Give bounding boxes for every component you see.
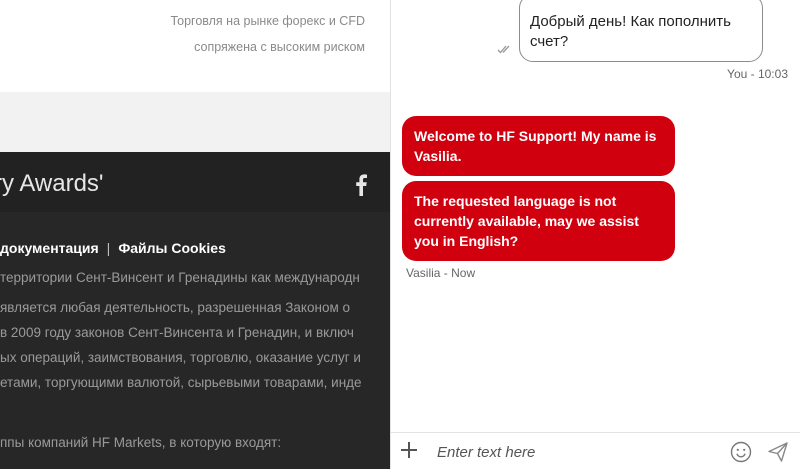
facebook-icon[interactable] — [354, 174, 368, 196]
legal-text-line: ппы компаний HF Markets, в которую входя… — [0, 435, 282, 450]
site-footer: ry Awards' документация | Файлы Cookies те… — [0, 152, 390, 469]
risk-warning-line-1: Торговля на рынке форекс и CFD — [170, 14, 365, 28]
background-website: Торговля на рынке форекс и CFD сопряжена… — [0, 0, 390, 469]
risk-warning-line-2: сопряжена с высоким риском — [194, 40, 365, 54]
double-check-icon — [497, 45, 510, 54]
legal-text-line: территории Сент-Винсент и Гренадины как … — [0, 270, 360, 285]
footer-link-separator: | — [106, 240, 111, 256]
footer-heading-bar: ry Awards' — [0, 152, 390, 212]
legal-text-line: является любая деятельность, разрешенная… — [0, 300, 351, 315]
footer-link-documentation[interactable]: документация — [0, 240, 99, 256]
footer-link-cookies[interactable]: Файлы Cookies — [118, 240, 226, 256]
footer-links: документация | Файлы Cookies — [0, 240, 226, 256]
smile-icon[interactable] — [730, 441, 752, 463]
legal-text-line: в 2009 году законов Сент-Винсента и Грен… — [0, 325, 354, 340]
send-icon[interactable] — [767, 441, 789, 463]
chat-panel: Добрый день! Как пополнить счет? You - 1… — [390, 0, 800, 469]
legal-text-line: етами, торгующими валютой, сырьевыми тов… — [0, 375, 362, 390]
site-divider-band — [0, 92, 390, 152]
plus-icon[interactable] — [400, 441, 418, 459]
site-header-area: Торговля на рынке форекс и CFD сопряжена… — [0, 0, 390, 92]
user-message-meta: You - 10:03 — [727, 67, 788, 81]
agent-message-bubble: Welcome to HF Support! My name is Vasili… — [402, 116, 675, 176]
agent-message-meta: Vasilia - Now — [406, 266, 476, 280]
message-composer — [391, 432, 800, 469]
legal-text-line: ых операций, заимствования, торговлю, ок… — [0, 350, 361, 365]
message-input[interactable] — [437, 439, 717, 465]
user-message-bubble: Добрый день! Как пополнить счет? — [519, 0, 763, 62]
footer-title: ry Awards' — [0, 170, 104, 197]
agent-message-bubble: The requested language is not currently … — [402, 181, 675, 261]
